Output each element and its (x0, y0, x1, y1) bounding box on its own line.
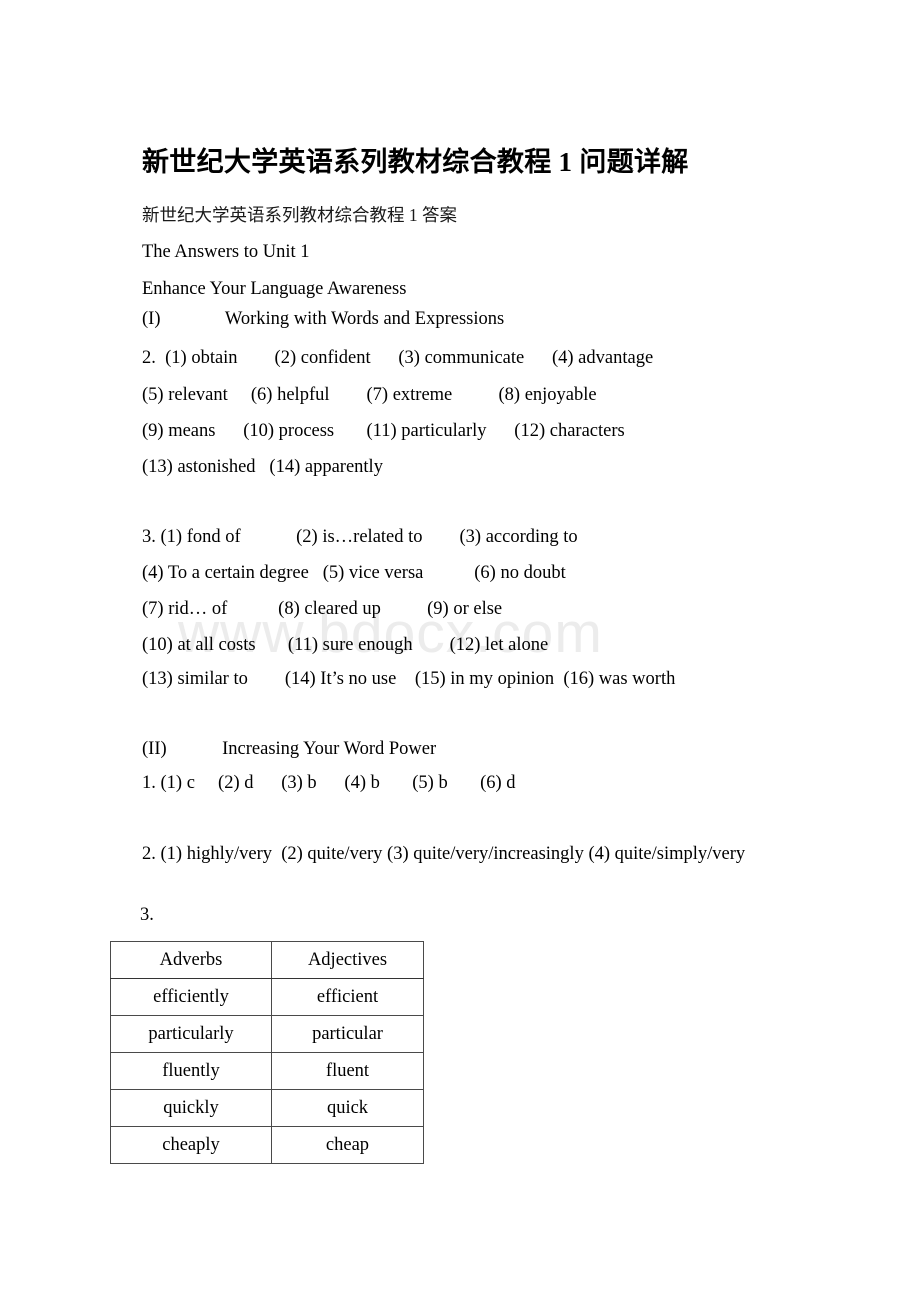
table-header-cell: Adjectives (271, 941, 424, 979)
s1-q2-line4: (13) astonished (14) apparently (142, 457, 383, 477)
table-header-cell: Adverbs (110, 941, 272, 979)
adverb-cell: efficiently (110, 978, 272, 1016)
table-row: particularly particular (110, 1015, 424, 1053)
table-row: cheaply cheap (110, 1126, 424, 1164)
s1-q2-line1: 2. (1) obtain (2) confident (3) communic… (142, 348, 654, 368)
adverbs-adjectives-table: Adverbs Adjectives efficiently efficient par… (110, 941, 424, 1164)
adverb-cell: cheaply (110, 1126, 272, 1164)
answers-unit: The Answers to Unit 1 (142, 242, 310, 262)
table-row: fluently fluent (110, 1052, 424, 1090)
adverb-cell: quickly (110, 1089, 272, 1127)
table-row: quickly quick (110, 1089, 424, 1127)
s1-q3-line5: (13) similar to (14) It’s no use (15) in… (142, 669, 676, 689)
adjective-cell: quick (271, 1089, 424, 1127)
section-1-heading: (I) Working with Words and Expressions (142, 309, 505, 329)
s1-q3-line3: (7) rid… of (8) cleared up (9) or else (142, 599, 503, 619)
table-header-row: Adverbs Adjectives (110, 941, 424, 979)
s1-q3-line2: (4) To a certain degree (5) vice versa (… (142, 563, 566, 583)
exercise-3-label: 3. (140, 905, 154, 925)
enhance-heading: Enhance Your Language Awareness (142, 279, 407, 299)
adverb-cell: particularly (110, 1015, 272, 1053)
page-title: 新世纪大学英语系列教材综合教程 1 问题详解 (142, 147, 689, 177)
adjective-cell: cheap (271, 1126, 424, 1164)
section-2-heading: (II) Increasing Your Word Power (142, 739, 437, 759)
s1-q2-line2: (5) relevant (6) helpful (7) extreme (8)… (142, 385, 597, 405)
subtitle-cn: 新世纪大学英语系列教材综合教程 1 答案 (142, 205, 457, 225)
adjective-cell: particular (271, 1015, 424, 1053)
s1-q3-line1: 3. (1) fond of (2) is…related to (3) acc… (142, 527, 578, 547)
table-row: efficiently efficient (110, 978, 424, 1016)
s2-q2-line1: 2. (1) highly/very (2) quite/very (3) qu… (142, 844, 746, 864)
s2-q1-line1: 1. (1) c (2) d (3) b (4) b (5) b (6) d (142, 773, 516, 793)
adjective-cell: efficient (271, 978, 424, 1016)
s1-q3-line4: (10) at all costs (11) sure enough (12) … (142, 635, 549, 655)
s1-q2-line3: (9) means (10) process (11) particularly… (142, 421, 625, 441)
document-page: www.bdocx.com 新世纪大学英语系列教材综合教程 1 问题详解 新世纪… (0, 0, 920, 1302)
adverb-cell: fluently (110, 1052, 272, 1090)
adjective-cell: fluent (271, 1052, 424, 1090)
